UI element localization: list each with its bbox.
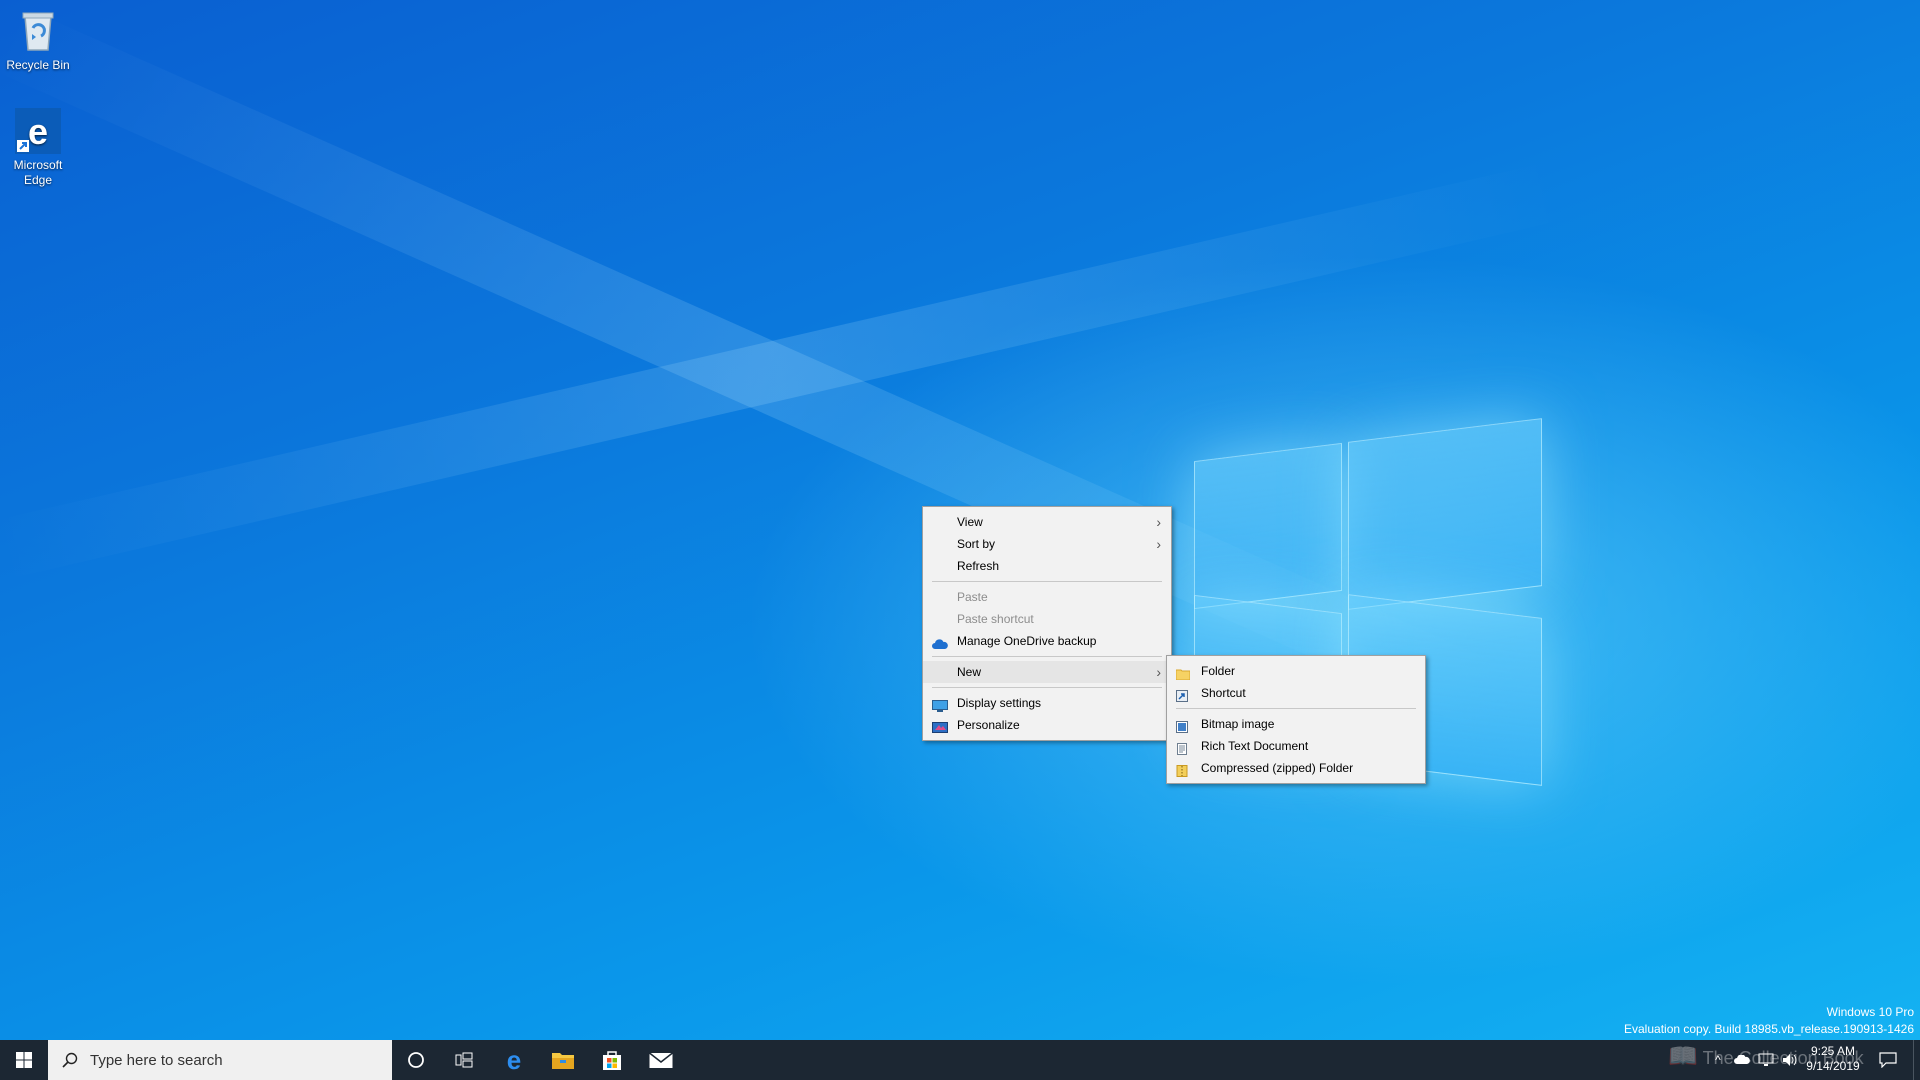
task-view-button[interactable] [440, 1040, 488, 1080]
search-placeholder: Type here to search [90, 1051, 223, 1069]
menu-separator [932, 656, 1162, 657]
desktop-icon-label: Recycle Bin [6, 58, 70, 72]
taskbar-store-button[interactable] [588, 1040, 636, 1080]
book-icon: 📖 [1668, 1043, 1698, 1070]
desktop-icon-microsoft-edge[interactable]: e Microsoft Edge [0, 108, 76, 188]
new-submenu: Folder Shortcut Bitmap image Rich Text D… [1166, 655, 1426, 784]
edge-icon: e [15, 108, 61, 154]
menu-item-paste: Paste [923, 586, 1171, 608]
chevron-right-icon: › [1156, 536, 1161, 552]
onedrive-icon [932, 635, 948, 649]
clock[interactable]: 9:25 AM 9/14/2019 [1800, 1044, 1866, 1074]
menu-item-new-compressed-folder[interactable]: Compressed (zipped) Folder [1167, 757, 1425, 779]
network-icon [1758, 1053, 1774, 1066]
clock-time: 9:25 AM [1810, 1044, 1856, 1058]
menu-item-label: Bitmap image [1201, 717, 1275, 731]
taskbar-file-explorer-button[interactable] [539, 1040, 587, 1080]
menu-item-label: Compressed (zipped) Folder [1201, 761, 1354, 775]
task-view-icon [455, 1052, 473, 1068]
menu-item-new-bitmap-image[interactable]: Bitmap image [1167, 713, 1425, 735]
mail-icon [649, 1052, 673, 1068]
search-icon [62, 1052, 78, 1068]
menu-separator [1176, 708, 1416, 709]
chevron-right-icon: › [1156, 664, 1161, 680]
zip-folder-icon [1176, 762, 1190, 777]
menu-item-label: Personalize [957, 718, 1020, 732]
menu-separator [932, 687, 1162, 688]
menu-item-new-folder[interactable]: Folder [1167, 660, 1425, 682]
chevron-up-icon: ^ [1715, 1053, 1721, 1067]
show-desktop-button[interactable] [1913, 1040, 1920, 1080]
menu-item-manage-onedrive-backup[interactable]: Manage OneDrive backup [923, 630, 1171, 652]
taskbar: Type here to search e 📖 The Collection B… [0, 1040, 1920, 1080]
desktop-icon-label: Microsoft Edge [13, 158, 63, 187]
taskbar-mail-button[interactable] [637, 1040, 685, 1080]
menu-item-label: Display settings [957, 696, 1042, 710]
recycle-bin-icon [15, 8, 61, 54]
menu-item-refresh[interactable]: Refresh [923, 555, 1171, 577]
taskbar-search-box[interactable]: Type here to search [48, 1040, 392, 1080]
menu-item-label: Paste shortcut [957, 612, 1034, 626]
personalize-icon [932, 719, 948, 733]
menu-item-new-rich-text-document[interactable]: Rich Text Document [1167, 735, 1425, 757]
menu-item-label: Refresh [957, 559, 1000, 573]
menu-item-label: Folder [1201, 664, 1236, 678]
menu-item-label: Sort by [957, 537, 996, 551]
shortcut-icon [1176, 687, 1190, 702]
edge-icon: e [507, 1048, 521, 1072]
menu-item-paste-shortcut: Paste shortcut [923, 608, 1171, 630]
desktop-context-menu: View › Sort by › Refresh Paste Paste sho… [922, 506, 1172, 741]
notification-icon [1879, 1052, 1897, 1068]
menu-item-new[interactable]: New › [923, 661, 1171, 683]
menu-item-label: Paste [957, 590, 988, 604]
store-icon [603, 1051, 621, 1070]
cortana-icon [408, 1052, 424, 1068]
menu-item-display-settings[interactable]: Display settings [923, 692, 1171, 714]
menu-separator [932, 581, 1162, 582]
display-settings-icon [932, 697, 948, 712]
desktop[interactable]: Recycle Bin e Microsoft Edge View › Sort… [0, 0, 1920, 1040]
menu-item-label: Shortcut [1201, 686, 1246, 700]
taskbar-edge-button[interactable]: e [490, 1040, 538, 1080]
cortana-button[interactable] [392, 1040, 440, 1080]
desktop-icon-recycle-bin[interactable]: Recycle Bin [0, 8, 76, 73]
file-explorer-icon [552, 1053, 574, 1069]
windows-logo-icon [16, 1052, 32, 1068]
rtf-document-icon [1176, 740, 1190, 755]
svg-text:e: e [28, 111, 48, 152]
watermark-edition: Windows 10 Pro [1826, 1005, 1914, 1019]
menu-item-label: Manage OneDrive backup [957, 634, 1097, 648]
action-center-button[interactable] [1870, 1040, 1906, 1080]
network-button[interactable] [1754, 1040, 1778, 1080]
onedrive-tray-button[interactable] [1730, 1040, 1754, 1080]
svg-text:e: e [507, 1048, 521, 1072]
volume-button[interactable] [1778, 1040, 1802, 1080]
watermark-build: Evaluation copy. Build 18985.vb_release.… [1624, 1022, 1914, 1036]
menu-item-new-shortcut[interactable]: Shortcut [1167, 682, 1425, 704]
chevron-right-icon: › [1156, 514, 1161, 530]
show-hidden-icons-button[interactable]: ^ [1706, 1040, 1730, 1080]
folder-icon [1175, 665, 1191, 681]
volume-icon [1783, 1054, 1797, 1066]
menu-item-label: View [957, 515, 983, 529]
menu-item-personalize[interactable]: Personalize [923, 714, 1171, 736]
onedrive-icon [1734, 1055, 1750, 1064]
menu-item-sort-by[interactable]: Sort by › [923, 533, 1171, 555]
menu-item-view[interactable]: View › [923, 511, 1171, 533]
menu-item-label: New [957, 665, 982, 679]
menu-item-label: Rich Text Document [1201, 739, 1309, 753]
bitmap-icon [1176, 718, 1190, 733]
clock-date: 9/14/2019 [1806, 1059, 1860, 1073]
windows-evaluation-watermark: Windows 10 Pro Evaluation copy. Build 18… [1624, 1004, 1914, 1038]
start-button[interactable] [0, 1040, 48, 1080]
